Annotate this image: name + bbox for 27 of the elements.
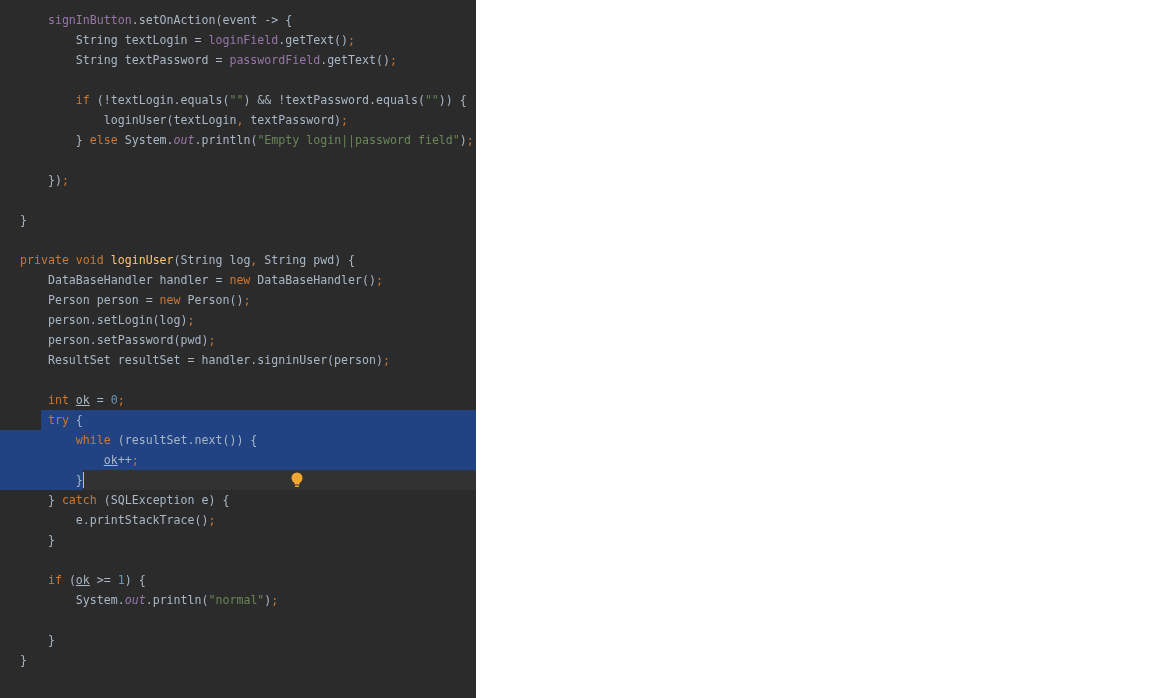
- code-line: if (!textLogin.equals("") && !textPassword.equals("")) {: [74, 92, 467, 109]
- code-line: String textPassword = passwordField.getText();: [74, 52, 397, 69]
- code-line: });: [46, 172, 69, 189]
- code-line: int ok = 0;: [46, 392, 125, 409]
- text-caret: [82, 472, 84, 488]
- code-line: }: [46, 532, 55, 549]
- code-line: } else System.out.println("Empty login||password field");: [74, 132, 474, 150]
- code-line: String textLogin = loginField.getText();: [74, 32, 356, 49]
- code-line: }: [19, 212, 27, 229]
- code-line: loginUser(textLogin, textPassword);: [102, 112, 349, 129]
- code-line: Person person = new Person();: [46, 292, 251, 309]
- code-line: if (ok >= 1) {: [46, 572, 146, 589]
- code-line: } catch (SQLException e) {: [46, 492, 230, 509]
- code-line: DataBaseHandler handler = new DataBaseHandler();: [46, 272, 383, 289]
- code-line: while (resultSet.next()) {: [74, 432, 258, 449]
- code-line: }: [46, 632, 55, 649]
- code-line: person.setLogin(log);: [46, 312, 195, 329]
- code-line: private void loginUser(String log, String pwd) {: [19, 252, 356, 269]
- code-line: signInButton.setOnAction(event -> {: [46, 12, 293, 29]
- code-line: e.printStackTrace();: [74, 512, 216, 529]
- code-line: ok++;: [102, 452, 139, 469]
- code-line: ResultSet resultSet = handler.signinUser(person);: [46, 352, 390, 369]
- code-line: }: [74, 472, 83, 489]
- code-line: try {: [46, 412, 83, 429]
- code-line: System.out.println("normal");: [74, 592, 279, 609]
- code-line: person.setPassword(pwd);: [46, 332, 216, 349]
- code-line: }: [19, 652, 27, 669]
